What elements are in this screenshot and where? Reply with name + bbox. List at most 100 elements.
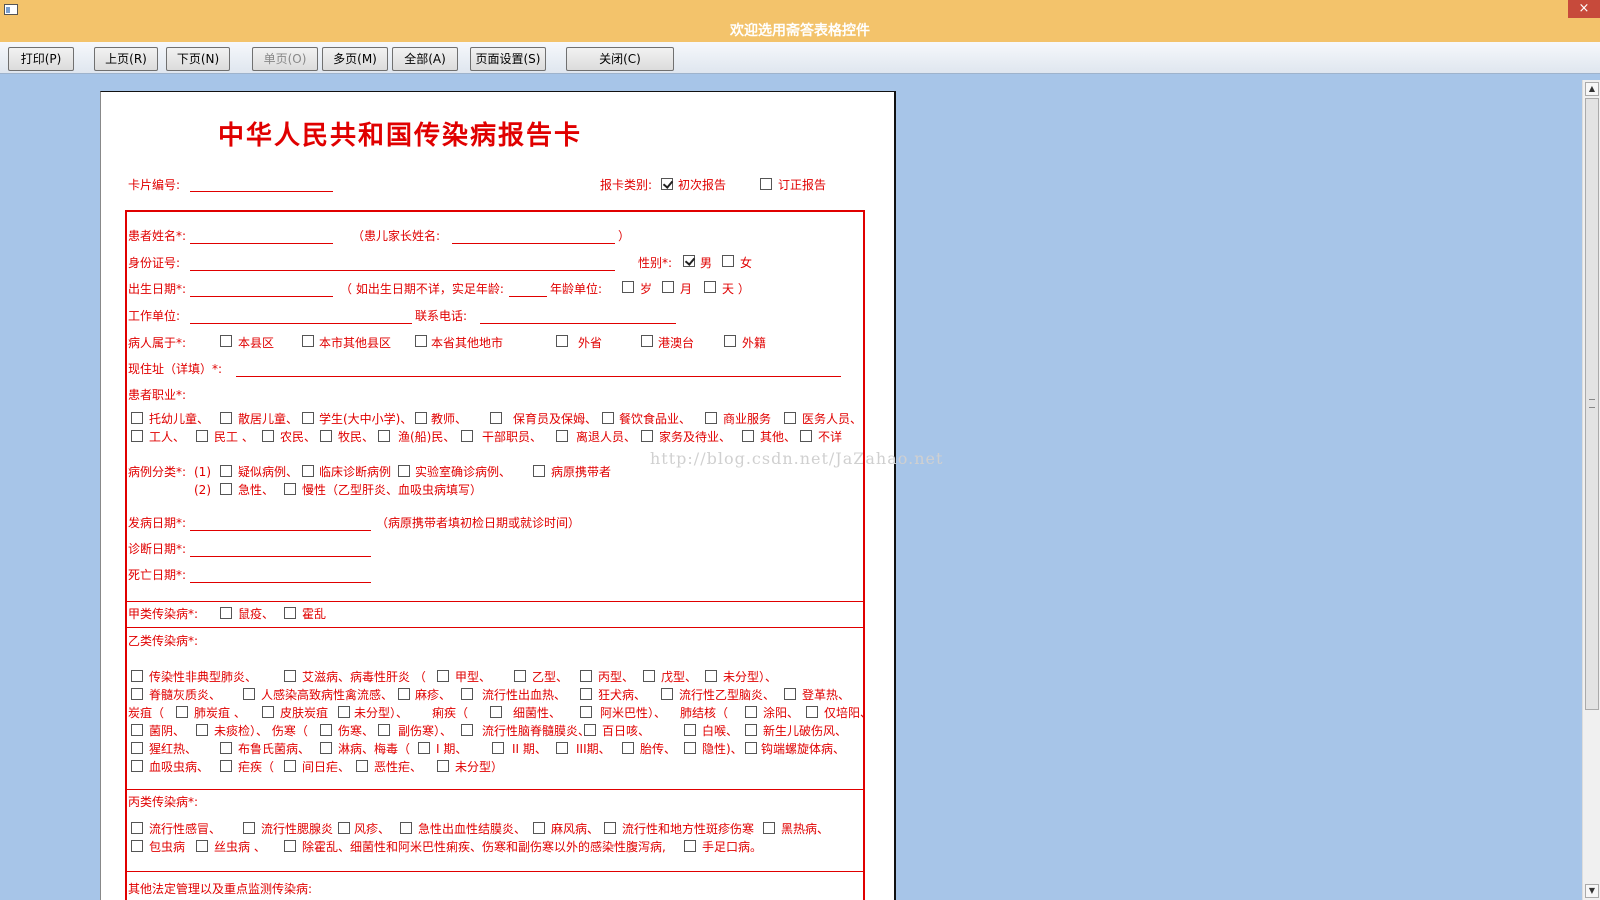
app-icon[interactable]: [4, 4, 18, 15]
case-class-checkbox[interactable]: [220, 465, 232, 477]
class-b-checkbox[interactable]: [705, 670, 717, 682]
guardian-name-field[interactable]: [452, 243, 615, 244]
class-b-checkbox[interactable]: [262, 706, 274, 718]
class-b-checkbox[interactable]: [643, 670, 655, 682]
onset-date-field[interactable]: [190, 530, 371, 531]
work-field[interactable]: [190, 323, 412, 324]
occupation-checkbox[interactable]: [602, 412, 614, 424]
class-c-checkbox[interactable]: [604, 822, 616, 834]
class-c-checkbox[interactable]: [131, 822, 143, 834]
class-b-checkbox[interactable]: [584, 724, 596, 736]
class-b-checkbox[interactable]: [131, 670, 143, 682]
class-b-checkbox[interactable]: [176, 706, 188, 718]
occupation-checkbox[interactable]: [262, 430, 274, 442]
occupation-checkbox[interactable]: [131, 412, 143, 424]
revised-report-checkbox[interactable]: [760, 178, 772, 190]
class-c-checkbox[interactable]: [684, 840, 696, 852]
case-class-checkbox[interactable]: [302, 465, 314, 477]
occupation-checkbox[interactable]: [461, 430, 473, 442]
male-checkbox[interactable]: [683, 255, 695, 267]
single-page-button[interactable]: 单页(O): [252, 47, 318, 71]
class-c-checkbox[interactable]: [131, 840, 143, 852]
window-close-button[interactable]: ×: [1568, 0, 1600, 18]
age-day-checkbox[interactable]: [704, 281, 716, 293]
occupation-checkbox[interactable]: [784, 412, 796, 424]
card-no-field[interactable]: [190, 191, 333, 192]
birth-field[interactable]: [190, 296, 333, 297]
age-month-checkbox[interactable]: [662, 281, 674, 293]
class-b-checkbox[interactable]: [684, 742, 696, 754]
address-field[interactable]: [236, 376, 841, 377]
case-class-checkbox[interactable]: [398, 465, 410, 477]
class-b-checkbox[interactable]: [338, 706, 350, 718]
class-b-checkbox[interactable]: [131, 724, 143, 736]
diagnosis-date-field[interactable]: [190, 556, 371, 557]
class-b-checkbox[interactable]: [490, 706, 502, 718]
occupation-checkbox[interactable]: [415, 412, 427, 424]
occupation-checkbox[interactable]: [641, 430, 653, 442]
occupation-checkbox[interactable]: [556, 430, 568, 442]
class-b-checkbox[interactable]: [745, 742, 757, 754]
class-c-checkbox[interactable]: [763, 822, 775, 834]
close-button[interactable]: 关闭(C): [566, 47, 674, 71]
case-class-checkbox[interactable]: [220, 483, 232, 495]
occupation-checkbox[interactable]: [705, 412, 717, 424]
belong-checkbox[interactable]: [220, 335, 232, 347]
class-b-checkbox[interactable]: [784, 688, 796, 700]
class-c-checkbox[interactable]: [243, 822, 255, 834]
belong-checkbox[interactable]: [415, 335, 427, 347]
scroll-up-arrow-icon[interactable]: ▲: [1585, 82, 1599, 96]
class-b-checkbox[interactable]: [514, 670, 526, 682]
occupation-checkbox[interactable]: [320, 430, 332, 442]
scroll-down-arrow-icon[interactable]: ▼: [1585, 884, 1599, 898]
case-class-checkbox[interactable]: [533, 465, 545, 477]
scroll-thumb[interactable]: [1585, 98, 1599, 710]
class-b-checkbox[interactable]: [580, 706, 592, 718]
class-c-checkbox[interactable]: [533, 822, 545, 834]
class-b-checkbox[interactable]: [356, 760, 368, 772]
class-c-checkbox[interactable]: [338, 822, 350, 834]
occupation-checkbox[interactable]: [742, 430, 754, 442]
class-b-checkbox[interactable]: [622, 742, 634, 754]
class-b-checkbox[interactable]: [437, 760, 449, 772]
class-b-checkbox[interactable]: [220, 760, 232, 772]
all-pages-button[interactable]: 全部(A): [392, 47, 458, 71]
phone-field[interactable]: [480, 323, 676, 324]
class-b-checkbox[interactable]: [284, 670, 296, 682]
class-b-checkbox[interactable]: [320, 742, 332, 754]
class-b-checkbox[interactable]: [684, 724, 696, 736]
class-c-checkbox[interactable]: [400, 822, 412, 834]
class-b-checkbox[interactable]: [492, 742, 504, 754]
class-c-checkbox[interactable]: [196, 840, 208, 852]
class-b-checkbox[interactable]: [131, 688, 143, 700]
age-field[interactable]: [509, 296, 547, 297]
next-page-button[interactable]: 下页(N): [166, 47, 230, 71]
class-b-checkbox[interactable]: [243, 688, 255, 700]
class-b-checkbox[interactable]: [580, 688, 592, 700]
class-b-checkbox[interactable]: [220, 742, 232, 754]
age-year-checkbox[interactable]: [622, 281, 634, 293]
occupation-checkbox[interactable]: [800, 430, 812, 442]
death-date-field[interactable]: [190, 582, 371, 583]
class-b-checkbox[interactable]: [556, 742, 568, 754]
class-b-checkbox[interactable]: [745, 724, 757, 736]
id-field[interactable]: [190, 270, 615, 271]
class-b-checkbox[interactable]: [196, 724, 208, 736]
occupation-checkbox[interactable]: [196, 430, 208, 442]
case-class-checkbox[interactable]: [284, 483, 296, 495]
occupation-checkbox[interactable]: [490, 412, 502, 424]
class-b-checkbox[interactable]: [580, 670, 592, 682]
belong-checkbox[interactable]: [641, 335, 653, 347]
occupation-checkbox[interactable]: [378, 430, 390, 442]
multi-page-button[interactable]: 多页(M): [322, 47, 388, 71]
occupation-checkbox[interactable]: [302, 412, 314, 424]
initial-report-checkbox[interactable]: [661, 178, 673, 190]
page-setup-button[interactable]: 页面设置(S): [470, 47, 546, 71]
patient-name-field[interactable]: [190, 243, 333, 244]
occupation-checkbox[interactable]: [220, 412, 232, 424]
vertical-scrollbar[interactable]: ▲ ▼: [1582, 80, 1600, 900]
belong-checkbox[interactable]: [556, 335, 568, 347]
print-button[interactable]: 打印(P): [8, 47, 74, 71]
belong-checkbox[interactable]: [724, 335, 736, 347]
class-b-checkbox[interactable]: [284, 760, 296, 772]
